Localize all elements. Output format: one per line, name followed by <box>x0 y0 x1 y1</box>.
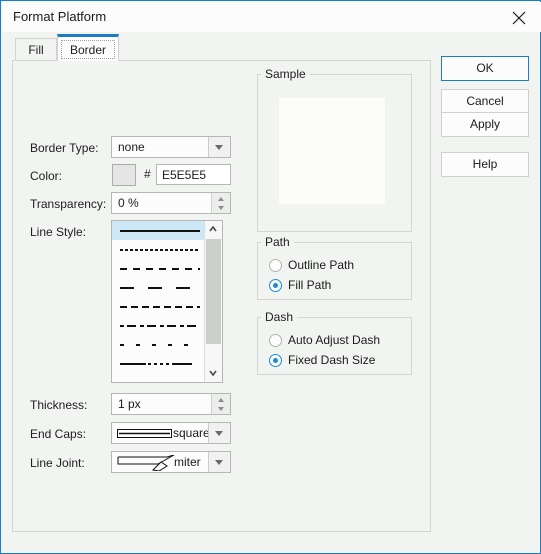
chevron-down-icon[interactable] <box>208 452 230 472</box>
radio-icon <box>269 354 282 367</box>
tab-border[interactable]: Border <box>57 34 119 61</box>
radio-fixed-dash-size[interactable]: Fixed Dash Size <box>269 352 409 370</box>
hash-symbol: # <box>144 167 151 181</box>
ok-button-label: OK <box>476 61 494 75</box>
spin-down-icon[interactable] <box>212 404 230 414</box>
sample-preview <box>279 98 385 204</box>
chevron-down-icon[interactable] <box>208 423 230 443</box>
border-type-dropdown[interactable]: none <box>111 136 231 158</box>
radio-auto-adjust-dash-label: Auto Adjust Dash <box>288 333 381 347</box>
transparency-spin-buttons[interactable] <box>211 193 230 213</box>
line-style-listbox[interactable] <box>111 220 223 383</box>
title-bar: Format Platform <box>2 2 541 32</box>
cancel-button-label: Cancel <box>466 94 504 108</box>
help-button-label: Help <box>472 157 498 171</box>
end-caps-value: square <box>173 426 210 440</box>
spin-up-icon[interactable] <box>212 193 230 203</box>
transparency-stepper[interactable]: 0 % <box>111 192 231 214</box>
close-icon[interactable] <box>497 2 541 32</box>
scrollbar-thumb[interactable] <box>206 239 221 344</box>
line-joint-value: miter <box>174 455 201 469</box>
apply-button[interactable]: Apply <box>441 112 529 137</box>
radio-outline-path[interactable]: Outline Path <box>269 257 399 275</box>
thickness-stepper[interactable]: 1 px <box>111 393 231 415</box>
window-title: Format Platform <box>13 9 107 24</box>
line-joint-dropdown[interactable]: miter <box>111 451 231 473</box>
line-style-option-dashed[interactable] <box>112 259 206 278</box>
line-style-option-sparse-dot[interactable] <box>112 335 206 354</box>
cancel-button[interactable]: Cancel <box>441 89 529 114</box>
scroll-down-icon[interactable] <box>205 365 222 382</box>
spin-up-icon[interactable] <box>212 394 230 404</box>
border-type-label: Border Type: <box>30 141 99 155</box>
format-platform-dialog: Format Platform Fill Border Border Type:… <box>0 0 541 554</box>
thickness-spin-buttons[interactable] <box>211 394 230 414</box>
tab-fill-label: Fill <box>28 43 44 57</box>
path-legend: Path <box>261 235 294 249</box>
color-hex-value: E5E5E5 <box>162 168 207 182</box>
line-style-label: Line Style: <box>30 225 87 239</box>
line-style-option-fine-dotted[interactable] <box>112 240 206 259</box>
tab-fill[interactable]: Fill <box>15 38 57 61</box>
square-cap-icon <box>117 428 172 442</box>
line-style-option-long-dash-spaced[interactable] <box>112 278 206 297</box>
line-style-option-dash-dot-dash[interactable] <box>112 354 206 373</box>
radio-fixed-dash-size-label: Fixed Dash Size <box>288 353 376 367</box>
line-style-scrollbar[interactable] <box>204 221 222 382</box>
thickness-label: Thickness: <box>30 398 88 412</box>
color-hex-input[interactable]: E5E5E5 <box>156 164 231 185</box>
tab-focus-outline <box>61 40 115 59</box>
line-joint-label: Line Joint: <box>30 456 85 470</box>
radio-icon <box>269 279 282 292</box>
thickness-value: 1 px <box>118 397 141 411</box>
color-swatch[interactable] <box>112 164 136 186</box>
line-style-option-solid[interactable] <box>112 221 206 240</box>
transparency-label: Transparency: <box>30 197 107 211</box>
chevron-down-icon[interactable] <box>208 137 230 157</box>
radio-fill-path[interactable]: Fill Path <box>269 277 399 295</box>
radio-icon <box>269 334 282 347</box>
border-tab-panel: Border Type: none Color: # E5E5E5 Transp… <box>12 60 431 532</box>
close-glyph <box>512 11 526 25</box>
help-button[interactable]: Help <box>441 152 529 177</box>
radio-fill-path-label: Fill Path <box>288 278 332 292</box>
scroll-up-icon[interactable] <box>205 221 222 238</box>
dash-legend: Dash <box>261 310 298 324</box>
sample-legend: Sample <box>261 67 310 81</box>
ok-button[interactable]: OK <box>441 56 529 81</box>
radio-icon <box>269 259 282 272</box>
border-type-value: none <box>118 140 145 154</box>
radio-auto-adjust-dash[interactable]: Auto Adjust Dash <box>269 332 409 350</box>
line-style-option-dash-dot[interactable] <box>112 316 206 335</box>
radio-outline-path-label: Outline Path <box>288 258 355 272</box>
end-caps-dropdown[interactable]: square <box>111 422 231 444</box>
end-caps-label: End Caps: <box>30 427 87 441</box>
transparency-value: 0 % <box>118 196 139 210</box>
color-label: Color: <box>30 169 63 183</box>
line-style-option-medium-dashed[interactable] <box>112 297 206 316</box>
line-style-options <box>112 221 206 382</box>
spin-down-icon[interactable] <box>212 203 230 213</box>
miter-joint-icon <box>117 454 175 474</box>
apply-button-label: Apply <box>469 117 501 131</box>
